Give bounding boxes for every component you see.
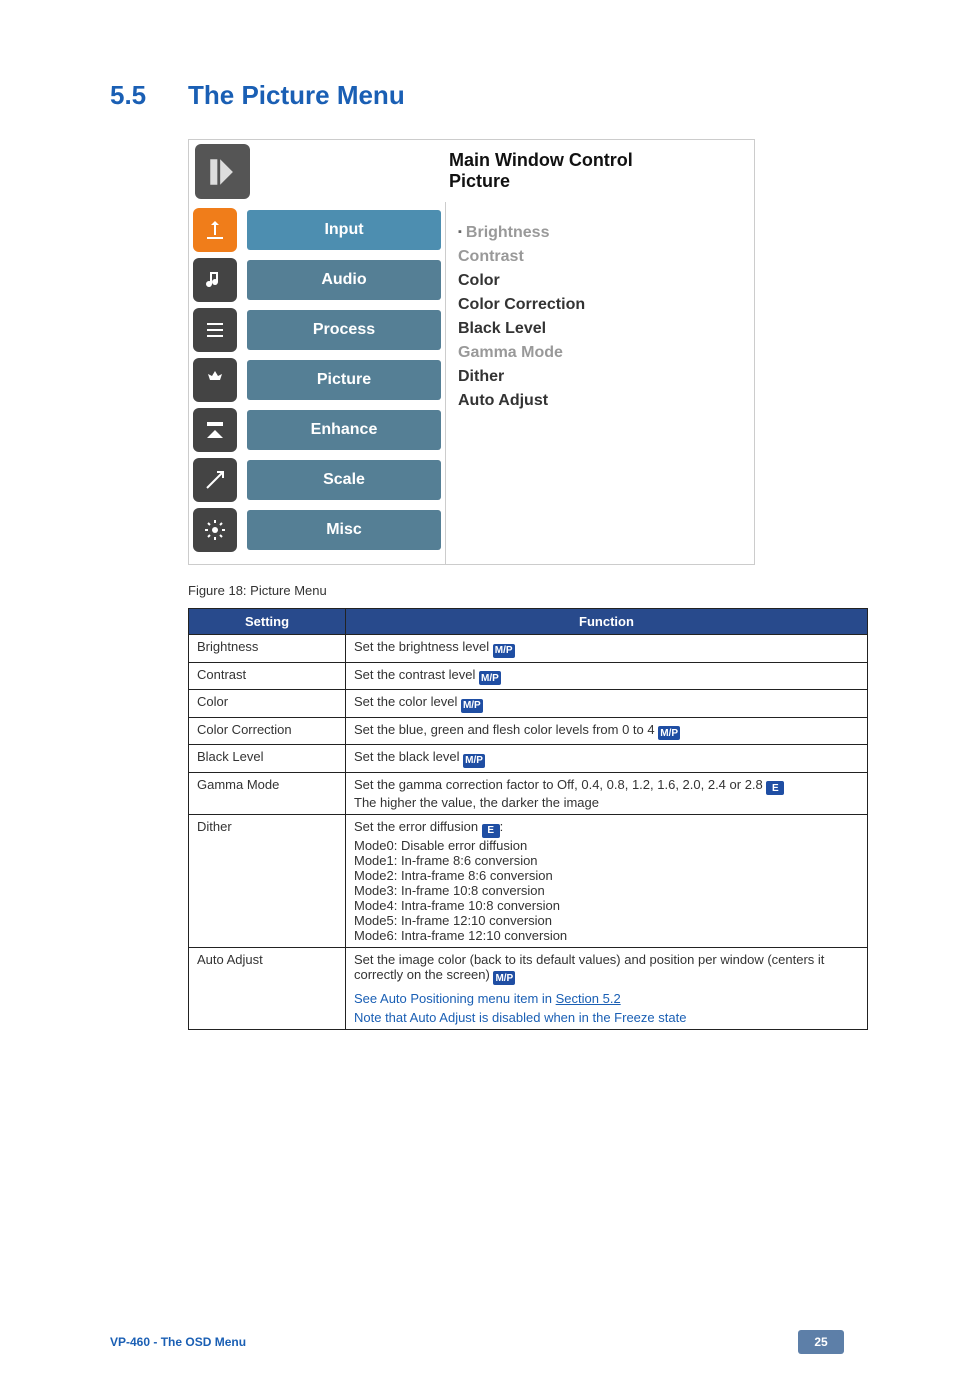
function-cell: Set the black level M/P (346, 745, 868, 773)
input-icon (193, 208, 237, 252)
osd-tab-label: Input (247, 210, 441, 250)
function-cell: Set the contrast level M/P (346, 662, 868, 690)
function-text: Mode3: In-frame 10:8 conversion (354, 883, 545, 898)
function-text: Set the blue, green and flesh color leve… (354, 722, 658, 737)
note-text: Note that Auto Adjust is disabled when i… (354, 1010, 686, 1025)
mp-badge-icon: M/P (658, 726, 680, 740)
function-cell: Set the error diffusion E: Mode0: Disabl… (346, 815, 868, 948)
function-text: Mode4: Intra-frame 10:8 conversion (354, 898, 560, 913)
table-row: Brightness Set the brightness level M/P (189, 635, 868, 663)
setting-cell: Auto Adjust (189, 947, 346, 1030)
mp-badge-icon: M/P (463, 754, 485, 768)
osd-tab-label: Enhance (247, 410, 441, 450)
osd-tab-audio: Audio (193, 258, 441, 302)
note-text: See Auto Positioning menu item in Sectio… (354, 991, 621, 1006)
osd-title-main: Main Window Control (449, 150, 754, 171)
osd-item-dither: Dither (458, 368, 744, 386)
function-text: Mode1: In-frame 8:6 conversion (354, 853, 538, 868)
osd-tab-label: Process (247, 310, 441, 350)
osd-title-sub: Picture (449, 171, 754, 192)
osd-item-auto-adjust: Auto Adjust (458, 392, 744, 410)
mp-badge-icon: M/P (493, 644, 515, 658)
section-5-2-link[interactable]: Section 5.2 (556, 991, 621, 1006)
osd-right-panel: Brightness Contrast Color Color Correcti… (445, 202, 754, 564)
osd-tab-label: Audio (247, 260, 441, 300)
table-row: Contrast Set the contrast level M/P (189, 662, 868, 690)
section-number: 5.5 (110, 80, 188, 111)
mp-badge-icon: M/P (461, 699, 483, 713)
enhance-icon (193, 408, 237, 452)
table-row: Black Level Set the black level M/P (189, 745, 868, 773)
osd-tab-label: Scale (247, 460, 441, 500)
osd-item-black-level: Black Level (458, 320, 744, 338)
setting-cell: Black Level (189, 745, 346, 773)
osd-tab-picture: Picture (193, 358, 441, 402)
function-text: Set the contrast level (354, 667, 479, 682)
osd-left-tabs: Input Audio Process Picture Enhance (189, 202, 445, 564)
osd-tab-label: Picture (247, 360, 441, 400)
osd-tab-enhance: Enhance (193, 408, 441, 452)
function-text: Set the color level (354, 694, 461, 709)
e-badge-icon: E (482, 824, 500, 838)
section-heading: 5.5 The Picture Menu (110, 80, 844, 111)
function-text: Set the black level (354, 749, 463, 764)
picture-icon (193, 358, 237, 402)
function-text: Mode2: Intra-frame 8:6 conversion (354, 868, 553, 883)
table-row: Color Correction Set the blue, green and… (189, 717, 868, 745)
function-cell: Set the blue, green and flesh color leve… (346, 717, 868, 745)
footer-model: VP-460 (110, 1335, 150, 1349)
function-cell: Set the brightness level M/P (346, 635, 868, 663)
setting-cell: Dither (189, 815, 346, 948)
picture-settings-table: Setting Function Brightness Set the brig… (188, 608, 868, 1030)
section-title: The Picture Menu (188, 80, 405, 111)
osd-item-color-correction: Color Correction (458, 296, 744, 314)
osd-tab-misc: Misc (193, 508, 441, 552)
table-row: Dither Set the error diffusion E: Mode0:… (189, 815, 868, 948)
function-text: Set the image color (back to its default… (354, 952, 824, 982)
table-row: Auto Adjust Set the image color (back to… (189, 947, 868, 1030)
setting-cell: Brightness (189, 635, 346, 663)
function-text: Set the brightness level (354, 639, 493, 654)
function-text: Mode6: Intra-frame 12:10 conversion (354, 928, 567, 943)
figure-caption: Figure 18: Picture Menu (188, 583, 844, 598)
osd-tab-label: Misc (247, 510, 441, 550)
footer-section: - The OSD Menu (150, 1335, 246, 1349)
function-text: Set the gamma correction factor to Off, … (354, 777, 766, 792)
osd-item-color: Color (458, 272, 744, 290)
setting-cell: Gamma Mode (189, 772, 346, 815)
col-setting: Setting (189, 609, 346, 635)
misc-icon (193, 508, 237, 552)
function-cell: Set the gamma correction factor to Off, … (346, 772, 868, 815)
osd-tab-scale: Scale (193, 458, 441, 502)
audio-icon (193, 258, 237, 302)
osd-screenshot: Main Window Control Picture Input Audio … (188, 139, 755, 565)
kramer-logo-icon (195, 144, 250, 199)
col-function: Function (346, 609, 868, 635)
mp-badge-icon: M/P (493, 971, 515, 985)
page-number: 25 (798, 1330, 844, 1354)
mp-badge-icon: M/P (479, 671, 501, 685)
osd-item-contrast: Contrast (458, 248, 744, 266)
table-row: Color Set the color level M/P (189, 690, 868, 718)
scale-icon (193, 458, 237, 502)
function-text: Set the error diffusion (354, 819, 482, 834)
note-prefix: See Auto Positioning menu item in (354, 991, 556, 1006)
osd-tab-input: Input (193, 208, 441, 252)
function-text: Mode5: In-frame 12:10 conversion (354, 913, 552, 928)
osd-item-brightness: Brightness (458, 224, 744, 242)
osd-tab-process: Process (193, 308, 441, 352)
function-cell: Set the color level M/P (346, 690, 868, 718)
e-badge-icon: E (766, 781, 784, 795)
table-row: Gamma Mode Set the gamma correction fact… (189, 772, 868, 815)
setting-cell: Color Correction (189, 717, 346, 745)
function-text: The higher the value, the darker the ima… (354, 795, 599, 810)
page-footer: VP-460 - The OSD Menu 25 (110, 1330, 844, 1354)
setting-cell: Contrast (189, 662, 346, 690)
function-text: Mode0: Disable error diffusion (354, 838, 527, 853)
setting-cell: Color (189, 690, 346, 718)
function-cell: Set the image color (back to its default… (346, 947, 868, 1030)
osd-item-gamma-mode: Gamma Mode (458, 344, 744, 362)
process-icon (193, 308, 237, 352)
